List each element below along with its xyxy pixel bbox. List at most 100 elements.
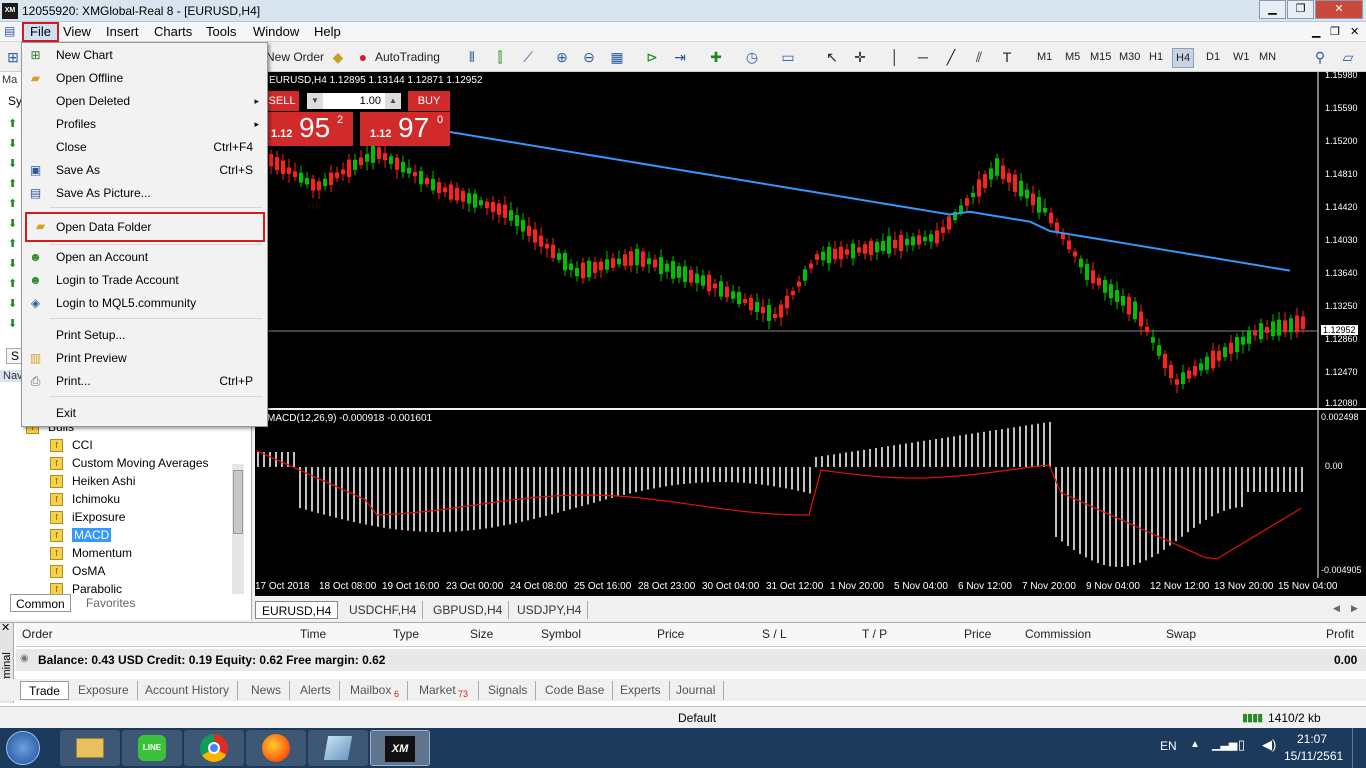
lot-decrease-button[interactable]: ▼ (307, 93, 323, 109)
tab-mailbox[interactable]: Mailbox 6 (342, 681, 409, 700)
file-menu-profiles[interactable]: Profiles ▸ (22, 113, 267, 136)
tab-favorites[interactable]: Favorites (80, 594, 141, 612)
terminal-close-icon[interactable]: ✕ (1, 621, 10, 634)
tf-m15[interactable]: M15 (1090, 48, 1111, 66)
autotrading-button[interactable]: AutoTrading (375, 48, 440, 66)
tray-arrow-icon[interactable]: ▲ (1190, 739, 1200, 750)
file-menu-save-as[interactable]: ▣ Save As Ctrl+S (22, 159, 267, 182)
templates-icon[interactable]: ▭ (778, 47, 798, 67)
chart-shift-icon[interactable]: ⊳ (642, 47, 662, 67)
mt4-taskbar-icon[interactable]: XM (370, 730, 430, 766)
search-icon[interactable]: ⚲ (1310, 47, 1330, 67)
file-menu-close[interactable]: Close Ctrl+F4 (22, 136, 267, 159)
metaeditor-icon[interactable]: ◆ (328, 47, 348, 67)
tab-news[interactable]: News (243, 681, 291, 700)
macd-window[interactable]: MACD(12,26,9) -0.000918 -0.001601 0.0024… (255, 410, 1366, 578)
nav-item-iexposure[interactable]: f iExposure (50, 508, 125, 526)
col-price[interactable]: Price (657, 627, 684, 641)
volume-icon[interactable]: ◀) (1262, 737, 1276, 753)
file-menu-new-chart[interactable]: ⊞ New Chart (22, 44, 267, 67)
col-type[interactable]: Type (393, 627, 419, 641)
tab-experts[interactable]: Experts (612, 681, 670, 700)
col-sl[interactable]: S / L (762, 627, 787, 641)
line-app-icon[interactable]: LINE (122, 730, 182, 766)
start-button[interactable] (6, 731, 40, 765)
menu-tools[interactable]: Tools (200, 22, 242, 42)
col-price2[interactable]: Price (964, 627, 991, 641)
bar-chart-icon[interactable]: ⫴ (462, 47, 482, 67)
tab-signals[interactable]: Signals (480, 681, 537, 700)
mdi-close-button[interactable]: ✕ (1350, 25, 1359, 38)
mdi-restore-button[interactable]: ❐ (1330, 25, 1340, 38)
nav-item-cci[interactable]: f CCI (50, 436, 93, 454)
menu-view[interactable]: View (57, 22, 97, 42)
file-menu-exit[interactable]: Exit (22, 402, 267, 425)
new-order-button[interactable]: New Order (266, 48, 324, 66)
explorer-icon[interactable] (60, 730, 120, 766)
indicators-icon[interactable]: ✚ (706, 47, 726, 67)
chrome-icon[interactable] (184, 730, 244, 766)
chart-tab-usdchf[interactable]: USDCHF,H4 (343, 601, 424, 619)
nav-item-ichimoku[interactable]: f Ichimoku (50, 490, 120, 508)
file-menu-print-setup[interactable]: Print Setup... (22, 324, 267, 347)
line-chart-icon[interactable]: ⟋ (518, 47, 538, 67)
trendline-icon[interactable]: ╱ (941, 47, 961, 67)
nav-item-custom-ma[interactable]: f Custom Moving Averages (50, 454, 209, 472)
buy-price[interactable]: 1.12 97 0 (360, 112, 450, 146)
tab-account-history[interactable]: Account History (137, 681, 239, 700)
balance-row[interactable]: ◉ Balance: 0.43 USD Credit: 0.19 Equity:… (16, 649, 1366, 671)
zoom-out-icon[interactable]: ⊖ (579, 47, 599, 67)
tf-w1[interactable]: W1 (1233, 48, 1250, 66)
show-desktop-button[interactable] (1352, 728, 1366, 768)
nav-item-osma[interactable]: f OsMA (50, 562, 105, 580)
nav-item-heiken-ashi[interactable]: f Heiken Ashi (50, 472, 135, 490)
chart-tab-gbpusd[interactable]: GBPUSD,H4 (427, 601, 510, 619)
scroll-left-icon[interactable]: ◀ (1333, 603, 1340, 614)
maximize-button[interactable]: ❐ (1287, 0, 1314, 19)
vertical-line-icon[interactable]: │ (885, 47, 905, 67)
crosshair-icon[interactable]: ✛ (850, 47, 870, 67)
file-menu-login-mql5[interactable]: ◈ Login to MQL5.community (22, 292, 267, 315)
candlestick-icon[interactable]: ⫿ (490, 47, 510, 67)
buy-button[interactable]: BUY (408, 91, 450, 111)
mdi-minimize-button[interactable]: ▁ (1312, 25, 1320, 38)
sell-price[interactable]: 1.12 95 2 (265, 112, 353, 146)
tab-trade[interactable]: Trade (20, 681, 69, 700)
menu-insert[interactable]: Insert (100, 22, 145, 42)
network-icon[interactable]: ▁▃▅ (1212, 738, 1237, 751)
col-symbol[interactable]: Symbol (541, 627, 581, 641)
tab-exposure[interactable]: Exposure (70, 681, 138, 700)
horizontal-line-icon[interactable]: ─ (913, 47, 933, 67)
cursor-icon[interactable]: ↖ (822, 47, 842, 67)
col-tp[interactable]: T / P (862, 627, 887, 641)
tf-h1[interactable]: H1 (1149, 48, 1163, 66)
lot-increase-button[interactable]: ▲ (385, 93, 401, 109)
nav-item-momentum[interactable]: f Momentum (50, 544, 132, 562)
file-menu-open-account[interactable]: ☻ Open an Account (22, 246, 267, 269)
tab-code-base[interactable]: Code Base (537, 681, 614, 700)
text-tool-icon[interactable]: T (997, 47, 1017, 67)
tab-alerts[interactable]: Alerts (292, 681, 340, 700)
scroll-right-icon[interactable]: ▶ (1351, 603, 1358, 614)
language-indicator[interactable]: EN (1160, 739, 1177, 753)
firefox-icon[interactable] (246, 730, 306, 766)
col-time[interactable]: Time (300, 627, 326, 641)
nav-item-macd[interactable]: f MACD (50, 526, 112, 544)
tab-common[interactable]: Common (10, 594, 71, 612)
tf-m5[interactable]: M5 (1065, 48, 1080, 66)
channel-icon[interactable]: ⫽ (969, 47, 989, 67)
tf-h4[interactable]: H4 (1172, 48, 1195, 68)
tab-market[interactable]: Market 73 (411, 681, 479, 700)
file-menu-open-offline[interactable]: ▰ Open Offline (22, 67, 267, 90)
col-profit[interactable]: Profit (1326, 627, 1354, 641)
col-commission[interactable]: Commission (1025, 627, 1091, 641)
price-chart[interactable]: EURUSD,H4 1.12895 1.13144 1.12871 1.1295… (255, 70, 1366, 408)
sell-button[interactable]: SELL (265, 91, 299, 111)
file-menu-open-data-folder[interactable]: ▰ Open Data Folder (25, 212, 265, 242)
navigator-scrollbar[interactable] (232, 464, 244, 594)
close-button[interactable]: ✕ (1315, 0, 1363, 19)
new-chart-icon[interactable]: ⊞ (3, 47, 23, 67)
file-menu-save-as-picture[interactable]: ▤ Save As Picture... (22, 182, 267, 205)
menu-file[interactable]: File (22, 22, 59, 42)
zoom-in-icon[interactable]: ⊕ (552, 47, 572, 67)
